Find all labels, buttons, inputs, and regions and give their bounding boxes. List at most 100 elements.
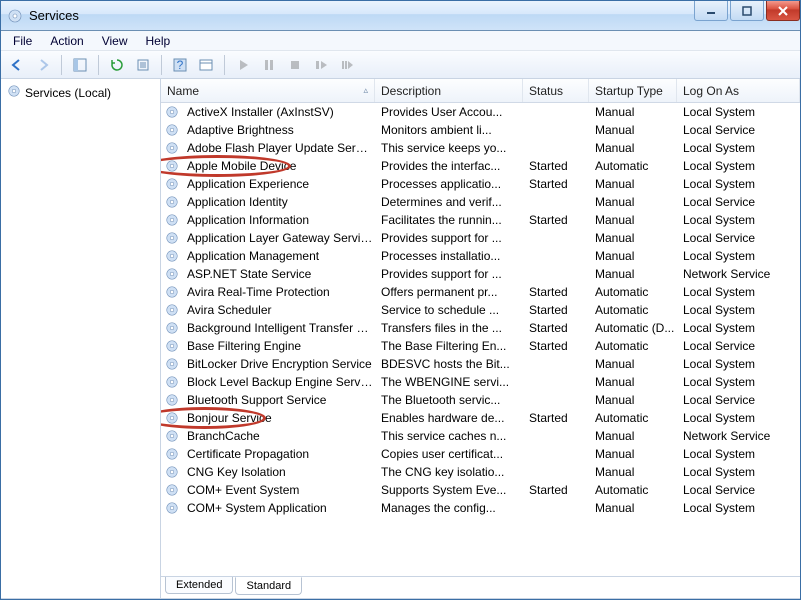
- column-status[interactable]: Status: [523, 79, 589, 102]
- service-row[interactable]: Block Level Backup Engine ServiceThe WBE…: [161, 373, 800, 391]
- export-list-button[interactable]: [131, 53, 155, 77]
- tree-pane[interactable]: Services (Local): [1, 79, 161, 598]
- titlebar[interactable]: Services: [1, 1, 800, 31]
- service-startup-type: Manual: [591, 140, 679, 156]
- service-log-on-as: Local System: [679, 356, 799, 372]
- service-row[interactable]: ActiveX Installer (AxInstSV)Provides Use…: [161, 103, 800, 121]
- service-row[interactable]: COM+ System ApplicationManages the confi…: [161, 499, 800, 517]
- service-row[interactable]: BitLocker Drive Encryption ServiceBDESVC…: [161, 355, 800, 373]
- column-label: Status: [529, 84, 563, 98]
- service-row[interactable]: Background Intelligent Transfer ServiceT…: [161, 319, 800, 337]
- service-row[interactable]: Avira Real-Time ProtectionOffers permane…: [161, 283, 800, 301]
- service-row[interactable]: Bluetooth Support ServiceThe Bluetooth s…: [161, 391, 800, 409]
- service-log-on-as: Local System: [679, 302, 799, 318]
- pause-service-button[interactable]: [257, 53, 281, 77]
- service-row[interactable]: Application IdentityDetermines and verif…: [161, 193, 800, 211]
- service-name: Block Level Backup Engine Service: [183, 374, 377, 390]
- column-startup-type[interactable]: Startup Type: [589, 79, 677, 102]
- menu-file[interactable]: File: [5, 32, 40, 50]
- service-log-on-as: Local Service: [679, 194, 799, 210]
- service-status: [525, 201, 591, 203]
- service-name: CNG Key Isolation: [183, 464, 377, 480]
- list-pane: Name ▵ Description Status Startup Type L…: [161, 79, 800, 598]
- service-status: [525, 399, 591, 401]
- service-name: Background Intelligent Transfer Service: [183, 320, 377, 336]
- service-row[interactable]: CNG Key IsolationThe CNG key isolatio...…: [161, 463, 800, 481]
- service-description: Provides the interfac...: [377, 158, 525, 174]
- forward-button[interactable]: [31, 53, 55, 77]
- column-label: Name: [167, 84, 199, 98]
- minimize-button[interactable]: [694, 1, 728, 21]
- service-log-on-as: Local System: [679, 158, 799, 174]
- gear-icon: [165, 411, 179, 425]
- maximize-button[interactable]: [730, 1, 764, 21]
- service-status: Started: [525, 338, 591, 354]
- service-row[interactable]: Application InformationFacilitates the r…: [161, 211, 800, 229]
- service-status: [525, 273, 591, 275]
- service-status: [525, 381, 591, 383]
- service-row[interactable]: COM+ Event SystemSupports System Eve...S…: [161, 481, 800, 499]
- column-label: Startup Type: [595, 84, 663, 98]
- service-row[interactable]: Adaptive BrightnessMonitors ambient li..…: [161, 121, 800, 139]
- service-row[interactable]: ASP.NET State ServiceProvides support fo…: [161, 265, 800, 283]
- tab-standard[interactable]: Standard: [235, 577, 302, 595]
- service-row[interactable]: Application ManagementProcesses installa…: [161, 247, 800, 265]
- tab-extended[interactable]: Extended: [165, 577, 233, 594]
- column-label: Description: [381, 84, 441, 98]
- service-row[interactable]: Base Filtering EngineThe Base Filtering …: [161, 337, 800, 355]
- close-button[interactable]: [766, 1, 800, 21]
- service-log-on-as: Local Service: [679, 392, 799, 408]
- service-log-on-as: Local System: [679, 176, 799, 192]
- restart-service-button[interactable]: [309, 53, 333, 77]
- service-row[interactable]: Application ExperienceProcesses applicat…: [161, 175, 800, 193]
- column-log-on-as[interactable]: Log On As: [677, 79, 800, 102]
- service-row[interactable]: Avira SchedulerService to schedule ...St…: [161, 301, 800, 319]
- menu-action[interactable]: Action: [42, 32, 91, 50]
- column-name[interactable]: Name ▵: [161, 79, 375, 102]
- service-status: [525, 237, 591, 239]
- service-log-on-as: Network Service: [679, 266, 799, 282]
- service-status: [525, 363, 591, 365]
- gear-icon: [165, 393, 179, 407]
- service-status: Started: [525, 284, 591, 300]
- menubar: File Action View Help: [1, 31, 800, 51]
- service-description: Copies user certificat...: [377, 446, 525, 462]
- service-row[interactable]: Bonjour ServiceEnables hardware de...Sta…: [161, 409, 800, 427]
- service-description: This service keeps yo...: [377, 140, 525, 156]
- service-description: Provides support for ...: [377, 266, 525, 282]
- service-row[interactable]: Application Layer Gateway ServiceProvide…: [161, 229, 800, 247]
- service-row[interactable]: Apple Mobile DeviceProvides the interfac…: [161, 157, 800, 175]
- gear-icon: [165, 177, 179, 191]
- toolbar-separator: [161, 55, 162, 75]
- service-list[interactable]: ActiveX Installer (AxInstSV)Provides Use…: [161, 103, 800, 576]
- service-startup-type: Automatic: [591, 482, 679, 498]
- service-row[interactable]: BranchCacheThis service caches n...Manua…: [161, 427, 800, 445]
- service-startup-type: Manual: [591, 176, 679, 192]
- services-icon: [7, 84, 21, 101]
- service-status: [525, 435, 591, 437]
- tree-item-services-local[interactable]: Services (Local): [5, 83, 156, 102]
- service-row[interactable]: Certificate PropagationCopies user certi…: [161, 445, 800, 463]
- column-headers[interactable]: Name ▵ Description Status Startup Type L…: [161, 79, 800, 103]
- menu-help[interactable]: Help: [138, 32, 179, 50]
- back-button[interactable]: [5, 53, 29, 77]
- gear-icon: [165, 465, 179, 479]
- service-startup-type: Automatic: [591, 302, 679, 318]
- svg-text:?: ?: [177, 58, 184, 72]
- menu-view[interactable]: View: [94, 32, 136, 50]
- service-row[interactable]: Adobe Flash Player Update ServiceThis se…: [161, 139, 800, 157]
- properties-button[interactable]: [194, 53, 218, 77]
- start-service-button[interactable]: [231, 53, 255, 77]
- refresh-button[interactable]: [105, 53, 129, 77]
- service-name: Base Filtering Engine: [183, 338, 377, 354]
- show-hide-tree-button[interactable]: [68, 53, 92, 77]
- resume-service-button[interactable]: [335, 53, 359, 77]
- help-button[interactable]: ?: [168, 53, 192, 77]
- gear-icon: [165, 357, 179, 371]
- service-log-on-as: Local System: [679, 320, 799, 336]
- service-name: Avira Real-Time Protection: [183, 284, 377, 300]
- service-description: The Bluetooth servic...: [377, 392, 525, 408]
- stop-service-button[interactable]: [283, 53, 307, 77]
- service-log-on-as: Local Service: [679, 482, 799, 498]
- column-description[interactable]: Description: [375, 79, 523, 102]
